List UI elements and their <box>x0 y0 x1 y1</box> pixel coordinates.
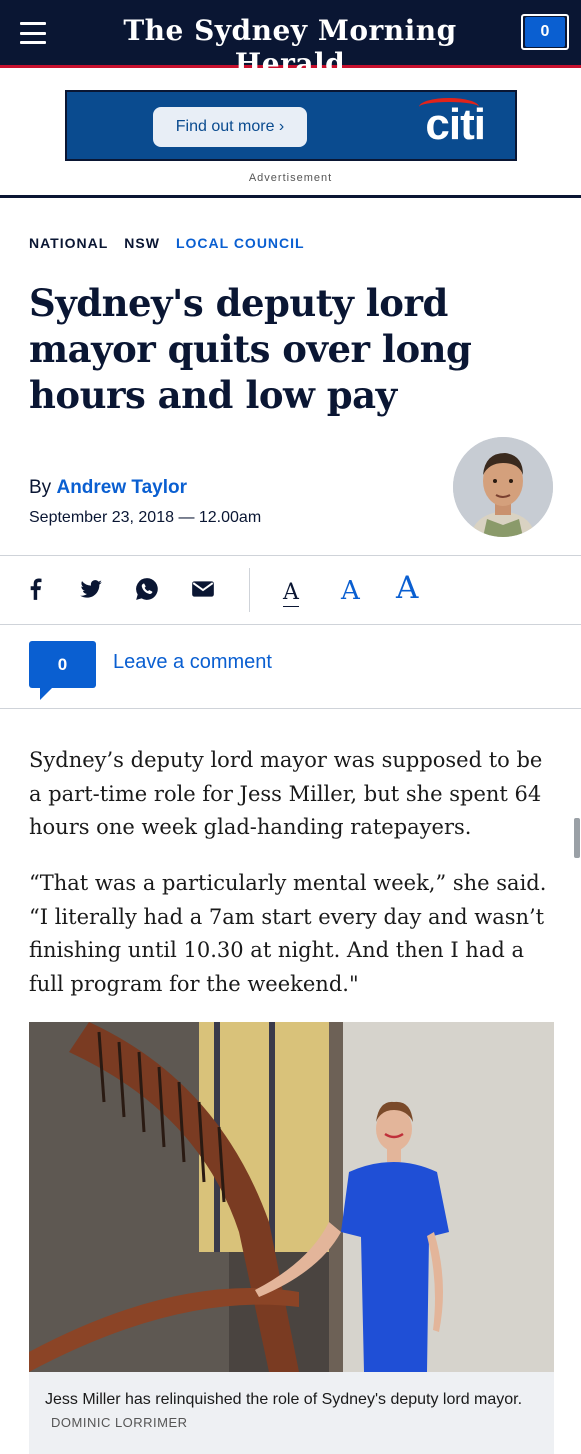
breadcrumb: NATIONAL NSW LOCAL COUNCIL <box>29 235 305 251</box>
section-divider <box>0 195 581 198</box>
font-size-medium-button[interactable]: A <box>341 576 360 606</box>
comment-count-button[interactable]: 0 <box>29 641 96 688</box>
author-link[interactable]: Andrew Taylor <box>56 477 187 498</box>
article-photo[interactable] <box>29 1022 554 1372</box>
article-paragraph: “That was a particularly mental week,” s… <box>29 871 547 996</box>
article-headline: Sydney's deputy lord mayor quits over lo… <box>29 281 472 417</box>
leave-comment-link[interactable]: Leave a comment <box>113 651 272 674</box>
share-bar: A A A <box>0 556 581 624</box>
citi-logo: citi <box>425 100 486 149</box>
header-comment-count: 0 <box>525 17 565 47</box>
author-avatar[interactable] <box>453 437 553 537</box>
ad-label: Advertisement <box>248 172 333 184</box>
breadcrumb-national[interactable]: NATIONAL <box>29 235 108 251</box>
byline-prefix: By <box>29 477 52 498</box>
twitter-icon[interactable] <box>78 576 104 602</box>
ad-find-out-more-button[interactable]: Find out more › <box>153 107 307 147</box>
scrollbar[interactable] <box>574 818 580 858</box>
author-photo-icon <box>453 437 553 537</box>
divider <box>0 624 581 625</box>
publish-date: September 23, 2018 — 12.00am <box>29 509 262 526</box>
photo-credit: DOMINIC LORRIMER <box>51 1415 188 1430</box>
photo-caption: Jess Miller has relinquished the role of… <box>45 1388 525 1434</box>
header-comment-count-button[interactable]: 0 <box>521 14 569 50</box>
menu-icon[interactable] <box>20 22 46 44</box>
divider <box>0 708 581 709</box>
email-icon[interactable] <box>190 576 216 602</box>
comment-bubble-tail-icon <box>40 686 54 700</box>
font-size-large-button[interactable]: A <box>396 570 418 606</box>
article-paragraph: Sydney’s deputy lord mayor was supposed … <box>29 748 543 839</box>
site-header: The Sydney Morning Herald 0 <box>0 0 581 80</box>
photo-caption-box: Jess Miller has relinquished the role of… <box>29 1372 554 1454</box>
advertisement-banner[interactable]: Find out more › citi <box>65 90 517 161</box>
breadcrumb-local-council[interactable]: LOCAL COUNCIL <box>176 235 305 251</box>
masthead-logo[interactable]: The Sydney Morning Herald <box>100 14 480 80</box>
breadcrumb-nsw[interactable]: NSW <box>124 235 160 251</box>
caption-text: Jess Miller has relinquished the role of… <box>45 1391 523 1408</box>
whatsapp-icon[interactable] <box>134 576 160 602</box>
share-separator <box>249 568 250 612</box>
facebook-icon[interactable] <box>22 576 48 602</box>
jess-miller-photo <box>29 1022 554 1372</box>
byline: By Andrew Taylor <box>29 477 187 499</box>
font-size-small-button[interactable]: A <box>283 580 299 607</box>
